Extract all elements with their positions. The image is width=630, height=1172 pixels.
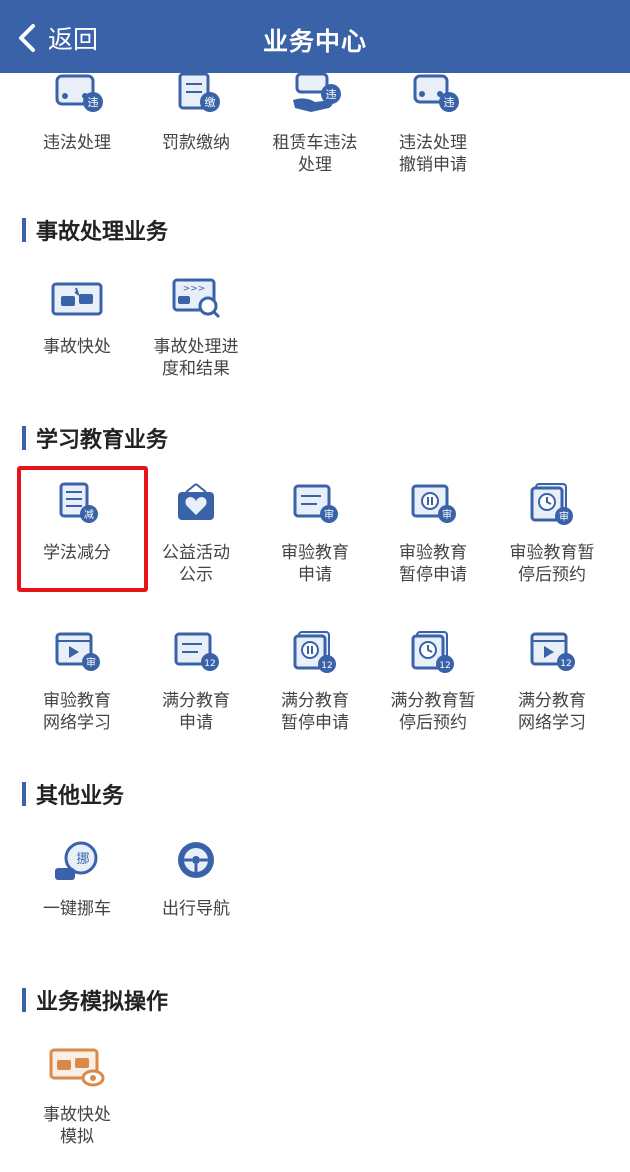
accident-progress-item[interactable]: >>> 事故处理进度和结果 bbox=[137, 276, 255, 380]
full-score-appointment-icon: 12 bbox=[411, 631, 454, 673]
violation-cancel-item[interactable]: 违 违法处理撤销申请 bbox=[374, 72, 492, 176]
public-welfare-icon bbox=[178, 483, 214, 520]
car-violation-icon: 违 bbox=[55, 74, 103, 112]
nav-bar: 返回 业务中心 bbox=[0, 0, 630, 73]
public-welfare-item[interactable]: 公益活动公示 bbox=[137, 482, 255, 586]
svg-text:12: 12 bbox=[204, 659, 215, 669]
svg-text:审: 审 bbox=[442, 508, 452, 521]
section-header-simulation: 业务模拟操作 bbox=[22, 986, 168, 1015]
review-edu-pause-icon: 审 bbox=[411, 484, 456, 523]
study-deduct-icon: 减 bbox=[59, 482, 98, 523]
fine-payment-icon: 缴 bbox=[178, 72, 220, 112]
accident-simulation-icon bbox=[49, 1048, 105, 1087]
accident-quick-item[interactable]: 事故快处 bbox=[18, 276, 136, 358]
accident-progress-icon: >>> bbox=[172, 278, 221, 319]
svg-text:违: 违 bbox=[444, 96, 455, 109]
svg-text:挪: 挪 bbox=[76, 852, 89, 867]
review-edu-online-item[interactable]: 审 审验教育网络学习 bbox=[18, 630, 136, 734]
violation-handling-item[interactable]: 违 违法处理 bbox=[18, 72, 136, 154]
violation-cancel-icon: 违 bbox=[413, 74, 459, 112]
svg-text:审: 审 bbox=[86, 656, 96, 669]
section-header-accident: 事故处理业务 bbox=[22, 216, 168, 245]
review-edu-appointment-icon: 审 bbox=[530, 483, 573, 525]
study-deduct-item[interactable]: 减 学法减分 bbox=[18, 482, 136, 564]
svg-text:违: 违 bbox=[326, 88, 337, 101]
fine-payment-item[interactable]: 缴 罚款缴纳 bbox=[137, 72, 255, 154]
full-score-apply-item[interactable]: 12 满分教育申请 bbox=[137, 630, 255, 734]
full-score-online-item[interactable]: 12 满分教育网络学习 bbox=[493, 630, 611, 734]
section-header-education: 学习教育业务 bbox=[22, 424, 168, 453]
accident-simulation-item[interactable]: 事故快处模拟 bbox=[18, 1044, 136, 1148]
svg-text:12: 12 bbox=[439, 661, 450, 671]
full-score-pause-icon: 12 bbox=[293, 631, 336, 673]
page-title: 业务中心 bbox=[262, 27, 367, 56]
svg-text:12: 12 bbox=[321, 661, 332, 671]
navigation-item[interactable]: 出行导航 bbox=[137, 838, 255, 920]
full-score-pause-item[interactable]: 12 满分教育暂停申请 bbox=[256, 630, 374, 734]
move-car-item[interactable]: 挪 一键挪车 bbox=[18, 838, 136, 920]
review-edu-apply-item[interactable]: 审 审验教育申请 bbox=[256, 482, 374, 586]
section-header-other: 其他业务 bbox=[22, 780, 124, 809]
accident-quick-icon bbox=[51, 282, 103, 316]
full-score-online-icon: 12 bbox=[530, 632, 575, 671]
move-car-icon: 挪 bbox=[55, 841, 98, 880]
full-score-appointment-item[interactable]: 12 满分教育暂停后预约 bbox=[374, 630, 492, 734]
review-edu-appointment-item[interactable]: 审 审验教育暂停后预约 bbox=[493, 482, 611, 586]
svg-text:12: 12 bbox=[560, 659, 571, 669]
review-edu-apply-icon: 审 bbox=[293, 484, 338, 523]
rental-car-violation-icon: 违 bbox=[293, 72, 341, 112]
svg-text:违: 违 bbox=[88, 96, 99, 109]
svg-text:审: 审 bbox=[324, 508, 334, 521]
navigation-icon bbox=[178, 842, 214, 878]
svg-text:缴: 缴 bbox=[205, 95, 216, 109]
svg-text:减: 减 bbox=[84, 509, 94, 521]
svg-text:审: 审 bbox=[559, 510, 569, 523]
review-edu-pause-item[interactable]: 审 审验教育暂停申请 bbox=[374, 482, 492, 586]
full-score-apply-icon: 12 bbox=[174, 632, 219, 671]
svg-text:>>>: >>> bbox=[183, 284, 206, 294]
rental-car-violation-item[interactable]: 违 租赁车违法处理 bbox=[256, 72, 374, 176]
review-edu-online-icon: 审 bbox=[55, 632, 100, 671]
